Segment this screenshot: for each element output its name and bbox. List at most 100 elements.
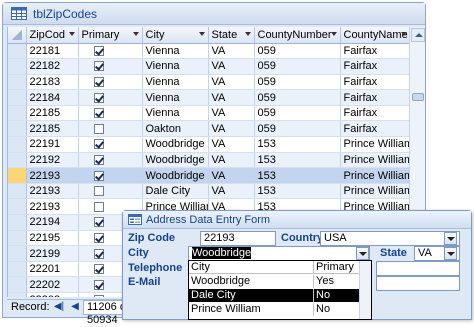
checkbox-icon[interactable] (93, 45, 104, 56)
dropdown-scrollbar[interactable] (359, 261, 371, 319)
record-selector[interactable] (8, 198, 27, 216)
county-number-cell[interactable]: 153 (254, 136, 341, 153)
county-number-cell[interactable]: 059 (254, 120, 341, 138)
state-cell[interactable]: VA (208, 43, 255, 60)
county-name-cell[interactable]: Prince William (340, 183, 409, 200)
county-name-cell[interactable]: Fairfax (340, 120, 409, 138)
dropdown-arrow-icon[interactable] (244, 32, 251, 36)
state-cell[interactable]: VA (208, 58, 255, 75)
table-window-titlebar[interactable]: tblZipCodes (3, 3, 425, 25)
state-cell[interactable]: VA (208, 167, 255, 184)
record-selector[interactable] (8, 214, 27, 231)
city-cell[interactable]: Vienna (142, 43, 209, 60)
record-selector[interactable] (8, 183, 27, 200)
record-selector[interactable] (8, 105, 27, 122)
checkbox-icon[interactable] (93, 279, 104, 290)
primary-cell[interactable] (78, 136, 143, 153)
checkbox-icon[interactable] (93, 186, 104, 197)
table-row[interactable]: 22192 Woodbridge VA 153 Prince William (8, 152, 409, 169)
zip-cell[interactable]: 22185 (26, 120, 79, 138)
state-cell[interactable]: VA (208, 120, 255, 138)
dropdown-arrow-icon[interactable] (330, 32, 337, 36)
primary-cell[interactable] (78, 183, 143, 200)
county-number-cell[interactable]: 059 (254, 89, 341, 106)
column-header-state[interactable]: State (208, 27, 255, 44)
form-window-titlebar[interactable]: Address Data Entry Form (123, 211, 471, 229)
county-name-cell[interactable]: Fairfax (340, 89, 409, 106)
city-cell[interactable]: Dale City (142, 183, 209, 200)
record-selector[interactable] (8, 167, 27, 184)
county-name-cell[interactable]: Fairfax (340, 74, 409, 91)
primary-cell[interactable] (78, 74, 143, 91)
record-selector[interactable] (8, 261, 27, 278)
record-selector[interactable] (8, 74, 27, 91)
country-dropdown-icon[interactable] (444, 232, 457, 245)
select-all-corner[interactable] (8, 27, 27, 44)
dropdown-option[interactable]: Dale City No (189, 289, 371, 302)
nav-first-icon[interactable]: ◀​| (53, 301, 65, 312)
county-number-cell[interactable]: 059 (254, 58, 341, 75)
primary-cell[interactable] (78, 89, 143, 106)
zip-cell[interactable]: 22193 (26, 198, 79, 216)
checkbox-icon[interactable] (93, 61, 104, 72)
county-number-cell[interactable]: 153 (254, 152, 341, 169)
checkbox-icon[interactable] (93, 170, 104, 181)
zip-cell[interactable]: 22191 (26, 136, 79, 153)
zip-cell[interactable]: 22192 (26, 152, 79, 169)
city-field[interactable]: Woodbridge (188, 246, 370, 261)
checkbox-icon[interactable] (93, 248, 104, 259)
record-selector[interactable] (8, 276, 27, 293)
column-header-primary[interactable]: Primary (78, 27, 143, 44)
zip-cell[interactable]: 22182 (26, 58, 79, 75)
table-row[interactable]: 22185 Oakton VA 059 Fairfax (8, 120, 409, 138)
city-cell[interactable]: Oakton (142, 120, 209, 138)
table-row[interactable]: 22191 Woodbridge VA 153 Prince William (8, 136, 409, 153)
checkbox-icon[interactable] (93, 264, 104, 275)
checkbox-icon[interactable] (93, 233, 104, 244)
telephone-field[interactable] (376, 261, 460, 276)
city-cell[interactable]: Woodbridge (142, 152, 209, 169)
checkbox-icon[interactable] (93, 108, 104, 119)
state-cell[interactable]: VA (208, 136, 255, 153)
table-row[interactable]: 22185 Vienna VA 059 Fairfax (8, 105, 409, 122)
city-dropdown-icon[interactable] (356, 247, 369, 260)
zip-cell[interactable]: 22201 (26, 261, 79, 278)
primary-cell[interactable] (78, 167, 143, 184)
column-header-countynumber[interactable]: CountyNumber (254, 27, 341, 44)
dropdown-option[interactable]: Woodbridge Yes (189, 275, 371, 288)
dropdown-arrow-icon[interactable] (132, 32, 139, 36)
zip-cell[interactable]: 22195 (26, 230, 79, 247)
primary-cell[interactable] (78, 120, 143, 138)
table-row[interactable]: 22193 Woodbridge VA 153 Prince William (8, 167, 409, 184)
column-header-zipcod[interactable]: ZipCod (26, 27, 79, 44)
primary-cell[interactable] (78, 152, 143, 169)
checkbox-icon[interactable] (93, 139, 104, 150)
zip-cell[interactable]: 22203 (26, 292, 79, 297)
record-selector[interactable] (8, 43, 27, 60)
county-number-cell[interactable]: 059 (254, 74, 341, 91)
checkbox-icon[interactable] (93, 155, 104, 166)
county-number-cell[interactable]: 153 (254, 167, 341, 184)
state-cell[interactable]: VA (208, 152, 255, 169)
column-header-countyname[interactable]: CountyName (340, 27, 409, 44)
table-row[interactable]: 22183 Vienna VA 059 Fairfax (8, 74, 409, 91)
dropdown-arrow-icon[interactable] (68, 32, 75, 36)
checkbox-icon[interactable] (93, 201, 104, 212)
county-number-cell[interactable]: 059 (254, 105, 341, 122)
county-number-cell[interactable]: 153 (254, 183, 341, 200)
county-name-cell[interactable]: Prince William (340, 136, 409, 153)
zip-code-field[interactable]: 22193 (200, 231, 276, 246)
scroll-up-button[interactable] (411, 28, 425, 42)
zip-cell[interactable]: 22193 (26, 167, 79, 184)
nav-prev-icon[interactable]: ◀ (69, 301, 81, 312)
state-cell[interactable]: VA (208, 89, 255, 106)
zip-cell[interactable]: 22202 (26, 276, 79, 293)
zip-cell[interactable]: 22181 (26, 43, 79, 60)
zip-cell[interactable]: 22183 (26, 74, 79, 91)
city-cell[interactable]: Woodbridge (142, 136, 209, 153)
dropdown-option[interactable]: Prince William No (189, 303, 371, 316)
county-name-cell[interactable]: Fairfax (340, 105, 409, 122)
city-cell[interactable]: Vienna (142, 105, 209, 122)
record-selector[interactable] (8, 89, 27, 106)
state-cell[interactable]: VA (208, 105, 255, 122)
